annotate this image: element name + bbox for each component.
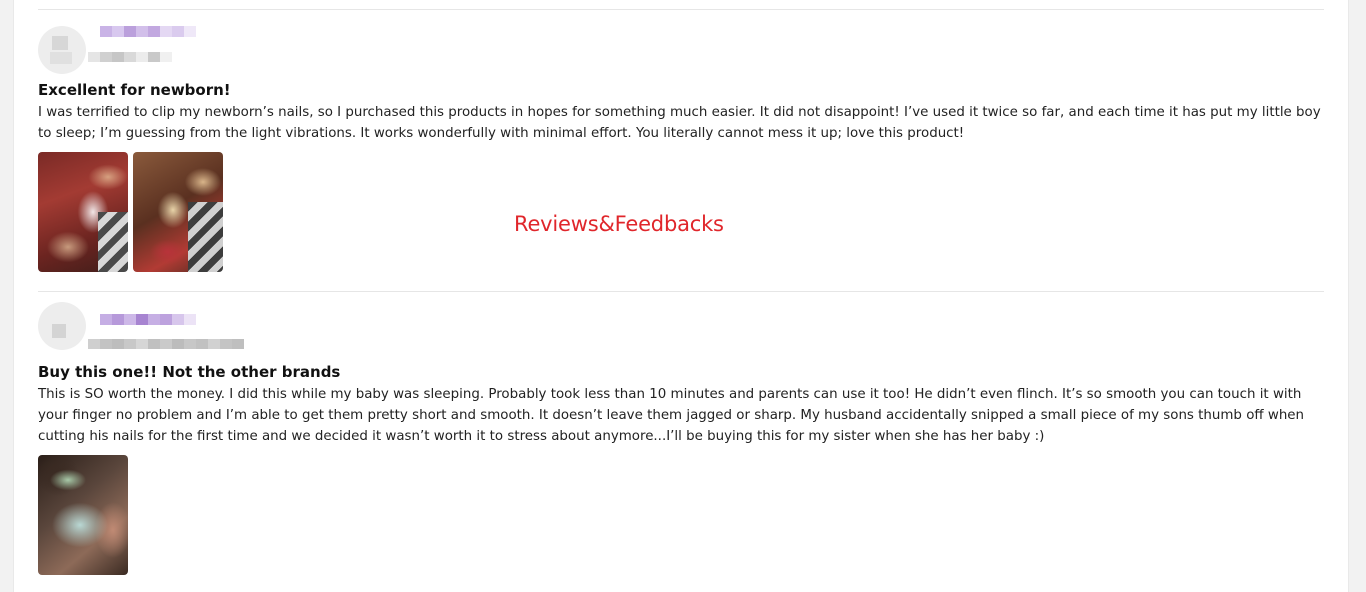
review-photo[interactable] (133, 152, 223, 272)
watermark-text: Reviews&Feedbacks (514, 212, 724, 236)
review-photo[interactable] (38, 455, 128, 575)
review-photo[interactable] (38, 152, 128, 272)
review-date-blurred (88, 52, 172, 62)
review-title: Excellent for newborn! (38, 81, 231, 99)
top-divider (38, 9, 1324, 10)
review-date-blurred (88, 339, 244, 349)
review-divider (38, 291, 1324, 292)
reviewer-name-blurred (100, 314, 196, 325)
review-title: Buy this one!! Not the other brands (38, 363, 341, 381)
reviewer-avatar (38, 302, 86, 350)
review-body: This is SO worth the money. I did this w… (38, 387, 1305, 444)
reviewer-avatar (38, 26, 86, 74)
review-body: I was terrified to clip my newborn’s nai… (38, 105, 1321, 141)
reviewer-name-blurred (100, 26, 196, 37)
review-photos (38, 455, 128, 575)
review-photos (38, 152, 223, 272)
